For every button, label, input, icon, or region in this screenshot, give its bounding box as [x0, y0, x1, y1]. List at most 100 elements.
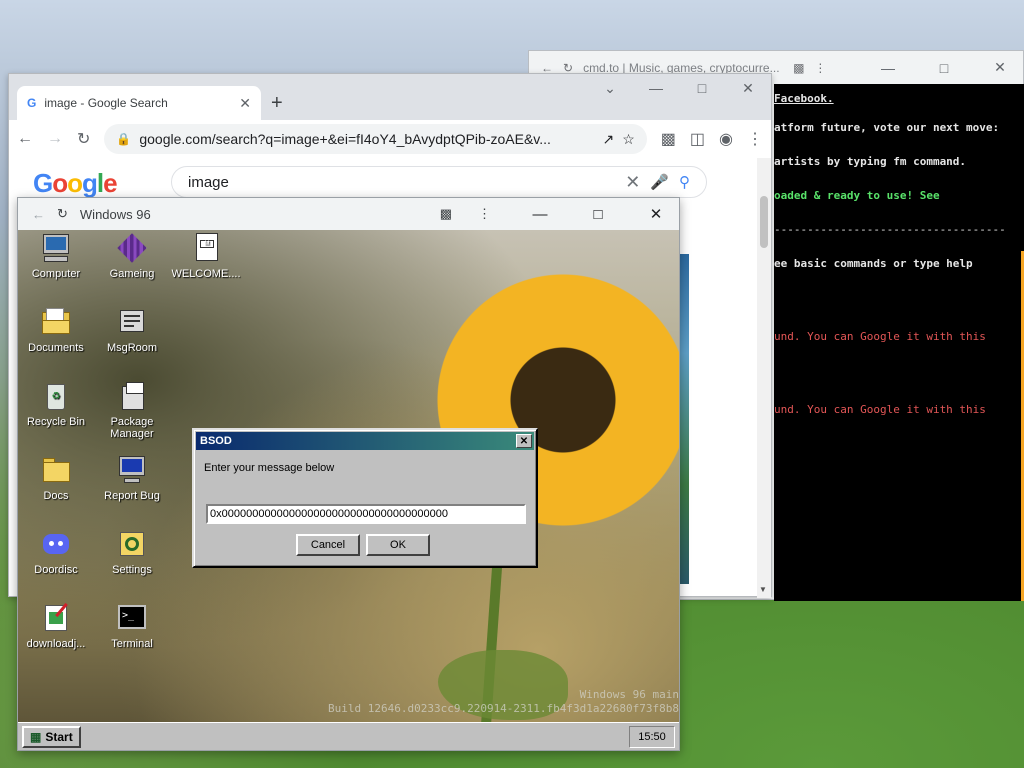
back-icon[interactable]: ←	[17, 130, 33, 148]
menu-icon[interactable]: ⋮	[747, 129, 763, 149]
logo-letter: o	[67, 168, 83, 198]
dialog-title: BSOD	[200, 435, 232, 447]
logo-letter: g	[82, 168, 98, 198]
forward-icon[interactable]: →	[47, 130, 63, 148]
back-icon[interactable]: ←	[32, 207, 45, 222]
page-scrollbar[interactable]: ▼	[757, 158, 771, 598]
windows96-titlebar: ← ↻ Windows 96 ▩ ⋮ — □ ✕	[18, 198, 679, 230]
start-label: Start	[45, 729, 73, 744]
desktop-icon-package-manager[interactable]: Package Manager	[94, 380, 170, 440]
reload-icon[interactable]: ↻	[57, 206, 68, 222]
search-icon[interactable]: ⚲	[679, 173, 690, 191]
build-watermark: Windows 96 main Build 12646.d0233cc9.220…	[328, 688, 679, 716]
desktop-icon-settings[interactable]: Settings	[94, 528, 170, 576]
package-icon	[116, 380, 148, 412]
extensions-icon[interactable]: ▩	[440, 206, 452, 222]
taskbar-clock: 15:50	[629, 725, 675, 748]
watermark-build: Build 12646.d0233cc9.220914-2311.fb4f3d1…	[328, 702, 679, 715]
ok-button[interactable]: OK	[366, 534, 430, 556]
scroll-down-icon[interactable]: ▼	[759, 585, 767, 594]
terminal-icon: >_	[116, 602, 148, 634]
dialog-message: Enter your message below	[204, 462, 335, 474]
desktop-icon-download[interactable]: downloadj...	[18, 602, 94, 650]
close-button[interactable]: ✕	[633, 205, 679, 223]
computer-icon	[40, 232, 72, 264]
extensions-icon[interactable]: ▩	[661, 129, 676, 149]
dialog-titlebar[interactable]: BSOD ✕	[196, 432, 534, 450]
logo-letter: G	[33, 168, 53, 198]
desktop-icon-welcome[interactable]: M WELCOME....	[168, 232, 244, 280]
tab-google-search[interactable]: G image - Google Search ✕	[17, 86, 261, 120]
tab-strip: G image - Google Search ✕ + ⌄ — □ ✕	[9, 74, 771, 120]
recycle-bin-icon: ♻	[40, 380, 72, 412]
bsod-dialog: BSOD ✕ Enter your message below Cancel O…	[192, 428, 538, 568]
download-icon	[40, 602, 72, 634]
browser-toolbar: ← → ↻ 🔒 google.com/search?q=image+&ei=fI…	[9, 120, 771, 158]
desktop-icon-docs[interactable]: Docs	[18, 454, 94, 502]
minimize-button[interactable]: —	[517, 206, 563, 223]
maximize-button[interactable]: □	[575, 206, 621, 223]
google-search-box[interactable]: image ✕ 🎤 ⚲	[171, 166, 707, 198]
windows96-logo-icon: ▦	[30, 729, 42, 744]
microphone-icon[interactable]: 🎤	[650, 173, 669, 191]
address-bar[interactable]: 🔒 google.com/search?q=image+&ei=fI4oY4_b…	[104, 124, 647, 154]
start-button[interactable]: ▦ Start	[22, 725, 81, 748]
new-tab-icon[interactable]: +	[271, 92, 283, 115]
search-query: image	[188, 173, 229, 191]
tab-search-icon[interactable]: ⌄	[587, 80, 633, 97]
cancel-button[interactable]: Cancel	[296, 534, 360, 556]
chat-icon	[116, 306, 148, 338]
terminal-line: Facebook.	[774, 92, 834, 105]
settings-icon	[116, 528, 148, 560]
desktop-icon-doordisc[interactable]: Doordisc	[18, 528, 94, 576]
window-title: Windows 96	[79, 206, 151, 222]
reload-icon[interactable]: ↻	[77, 129, 90, 149]
desktop-icon-msgroom[interactable]: MsgRoom	[94, 306, 170, 354]
scrollbar-thumb[interactable]	[760, 196, 768, 248]
share-icon[interactable]: ↗	[602, 131, 614, 148]
terminal-line: und. You can Google it with this	[774, 403, 986, 416]
close-button[interactable]: ✕	[977, 59, 1023, 76]
maximize-button[interactable]: □	[921, 60, 967, 76]
terminal-line: atform future, vote our next move:	[774, 121, 1000, 134]
desktop-icon-computer[interactable]: Computer	[18, 232, 94, 280]
desktop-icon-documents[interactable]: Documents	[18, 306, 94, 354]
terminal-line: oaded & ready to use! See	[774, 189, 940, 202]
terminal-line: und. You can Google it with this	[774, 330, 986, 343]
minimize-button[interactable]: —	[865, 60, 911, 76]
watermark-title: Windows 96 main	[579, 688, 679, 701]
logo-letter: e	[103, 168, 118, 198]
terminal-line: -----------------------------------	[774, 223, 1006, 236]
extensions-icon[interactable]: ▩	[793, 61, 804, 75]
discord-icon	[40, 528, 72, 560]
taskbar: ▦ Start 15:50	[18, 722, 679, 750]
side-panel-icon[interactable]: ◫	[690, 129, 705, 149]
desktop-icon-gameing[interactable]: Gameing	[94, 232, 170, 280]
message-input[interactable]	[206, 504, 526, 524]
google-favicon-icon: G	[27, 96, 37, 110]
cube-icon	[116, 232, 148, 264]
logo-letter: o	[52, 168, 68, 198]
terminal-output[interactable]: Facebook. atform future, vote our next m…	[774, 84, 1024, 601]
document-icon: M	[190, 232, 222, 264]
menu-icon[interactable]: ⋮	[814, 61, 826, 75]
tab-title: image - Google Search	[44, 96, 168, 110]
minimize-button[interactable]: —	[633, 80, 679, 97]
desktop-icon-report-bug[interactable]: Report Bug	[94, 454, 170, 502]
maximize-button[interactable]: □	[679, 80, 725, 97]
desktop-icon-terminal[interactable]: >_ Terminal	[94, 602, 170, 650]
terminal-line: artists by typing fm command.	[774, 155, 967, 168]
google-logo[interactable]: Google	[33, 168, 118, 199]
clear-icon[interactable]: ✕	[625, 172, 640, 193]
close-tab-icon[interactable]: ✕	[239, 95, 251, 112]
profile-avatar-icon[interactable]: ◉	[719, 129, 733, 149]
folder-open-icon	[40, 306, 72, 338]
desktop-icon-recycle-bin[interactable]: ♻ Recycle Bin	[18, 380, 94, 428]
dialog-close-button[interactable]: ✕	[516, 434, 532, 448]
url-text: google.com/search?q=image+&ei=fI4oY4_bAv…	[139, 131, 551, 147]
menu-icon[interactable]: ⋮	[464, 206, 505, 222]
bookmark-star-icon[interactable]: ☆	[622, 131, 635, 148]
close-button[interactable]: ✕	[725, 80, 771, 97]
monitor-icon	[116, 454, 148, 486]
folder-icon	[40, 454, 72, 486]
